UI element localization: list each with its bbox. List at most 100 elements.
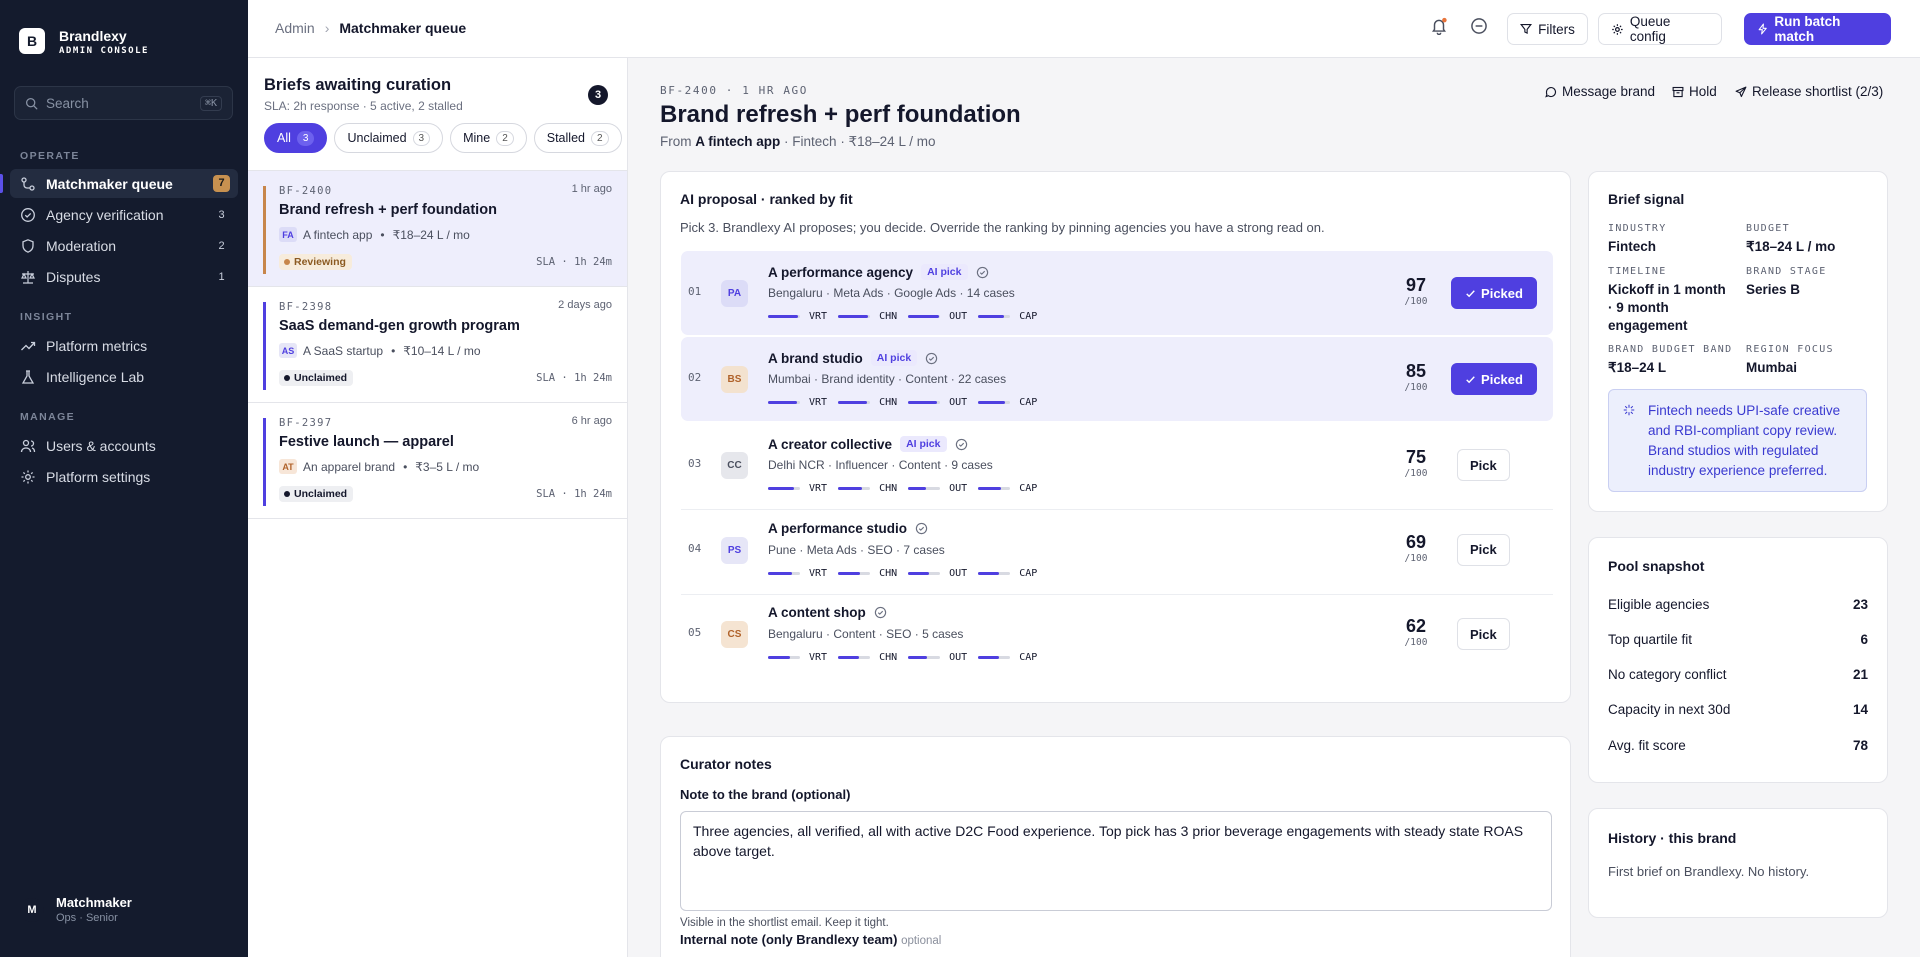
- client-initials: AT: [279, 459, 297, 474]
- fit-bar-track: [768, 571, 800, 575]
- signal-field-value: ₹18–24 L / mo: [1746, 239, 1836, 254]
- top-bar: Admin › Matchmaker queue Filters Queue c…: [248, 0, 1920, 58]
- archive-icon: [1672, 86, 1684, 97]
- status-button[interactable]: [1470, 17, 1490, 37]
- fit-bars: VRT CHN OUT CAP: [768, 311, 1037, 322]
- picked-button[interactable]: Picked: [1451, 363, 1537, 395]
- ai-proposal-subtitle: Pick 3. Brandlexy AI proposes; you decid…: [680, 220, 1325, 235]
- fit-bar-label: CAP: [1019, 311, 1038, 322]
- agency-name: A creator collective: [768, 436, 893, 452]
- agency-avatar: PS: [721, 536, 748, 564]
- status-label: Unclaimed: [294, 488, 348, 500]
- brand-note-textarea[interactable]: Three agencies, all verified, all with a…: [680, 811, 1552, 911]
- sidebar-item-agency-verification[interactable]: Agency verification 3: [10, 200, 238, 229]
- agency-details: Bengaluru · Content · SEO · 5 cases: [768, 627, 964, 641]
- sidebar-item-users-accounts[interactable]: Users & accounts: [10, 431, 238, 460]
- agency-avatar: CC: [721, 452, 748, 479]
- sidebar-item-disputes[interactable]: Disputes 1: [10, 262, 238, 291]
- agency-row[interactable]: 05 CS A content shop Bengaluru · Content · …: [681, 592, 1553, 676]
- message-brand-button[interactable]: Message brand: [1545, 84, 1655, 99]
- agency-name-line: A performance studio: [768, 521, 928, 536]
- status-dot: [284, 259, 290, 265]
- fit-bar-fill: [908, 571, 929, 575]
- fit-bar: OUT: [908, 397, 967, 408]
- sidebar-item-intelligence-lab[interactable]: Intelligence Lab: [10, 362, 238, 391]
- fit-score: 69/100: [1391, 532, 1441, 564]
- queue-config-button[interactable]: Queue config: [1598, 13, 1722, 45]
- release-shortlist-button[interactable]: Release shortlist (2/3): [1735, 84, 1883, 99]
- sidebar-item-moderation[interactable]: Moderation 2: [10, 231, 238, 260]
- briefs-count-badge: 3: [588, 85, 608, 105]
- brief-title: SaaS demand-gen growth program: [279, 318, 520, 334]
- sidebar-item-platform-metrics[interactable]: Platform metrics: [10, 331, 238, 360]
- page-title: Brand refresh + perf foundation: [660, 101, 1021, 128]
- sidebar-item-matchmaker-queue[interactable]: Matchmaker queue 7: [0, 169, 238, 198]
- breadcrumb-root[interactable]: Admin: [275, 20, 315, 36]
- fit-bar-fill: [978, 656, 999, 659]
- agency-row[interactable]: 01 PA A performance agency AI pick Bengaluru…: [681, 251, 1553, 335]
- fit-bar-track: [908, 315, 941, 318]
- pick-button[interactable]: Pick: [1457, 618, 1510, 650]
- hold-label: Hold: [1689, 84, 1717, 99]
- hold-button[interactable]: Hold: [1672, 84, 1717, 99]
- sidebar-item-platform-settings[interactable]: Platform settings: [10, 462, 238, 491]
- pick-label: Pick: [1470, 626, 1497, 642]
- signal-field-key: BRAND STAGE: [1746, 266, 1827, 277]
- agency-details: Pune · Meta Ads · SEO · 7 cases: [768, 542, 945, 557]
- agency-avatar: PA: [721, 280, 748, 307]
- briefs-panel: Briefs awaiting curation SLA: 2h respons…: [248, 58, 628, 957]
- fit-score: 85/100: [1391, 361, 1441, 393]
- filter-chip-mine[interactable]: Mine 2: [450, 123, 527, 153]
- sidebar-item-label: Platform metrics: [46, 337, 148, 354]
- filters-button[interactable]: Filters: [1507, 13, 1588, 45]
- brief-id: BF-2397: [279, 417, 333, 429]
- brand[interactable]: B Brandlexy ADMIN CONSOLE: [0, 0, 248, 82]
- fit-bar: CHN: [838, 483, 897, 494]
- picked-button[interactable]: Picked: [1451, 277, 1537, 309]
- agency-name: A performance studio: [768, 520, 908, 536]
- filter-chip-all[interactable]: All 3: [264, 123, 328, 153]
- chip-label: Mine: [463, 131, 491, 145]
- current-user[interactable]: M Matchmaker Ops · Senior: [20, 895, 132, 924]
- brief-meta: AS A SaaS startup • ₹10–14 L / mo: [279, 343, 481, 358]
- agency-name: A content shop: [768, 605, 866, 620]
- fit-score: 97/100: [1391, 275, 1441, 307]
- breadcrumb: Admin › Matchmaker queue: [275, 20, 466, 36]
- fit-score-denominator: /100: [1404, 637, 1428, 648]
- run-batch-match-button[interactable]: Run batch match: [1744, 13, 1891, 45]
- fit-bar: CAP: [978, 568, 1037, 579]
- filter-chip-unclaimed[interactable]: Unclaimed 3: [334, 123, 444, 153]
- status-dot: [284, 491, 290, 497]
- search-icon: [25, 97, 38, 109]
- signal-field-key: BUDGET: [1746, 223, 1790, 234]
- pick-button[interactable]: Pick: [1457, 533, 1510, 566]
- search-input[interactable]: Search ⌘K: [14, 86, 233, 120]
- agency-row[interactable]: 04 PS A performance studio Pune · Meta Ads …: [681, 508, 1553, 592]
- fit-bar: OUT: [908, 652, 967, 663]
- fit-score-value: 62: [1405, 616, 1427, 636]
- verified-icon: [925, 352, 938, 364]
- filter-chip-stalled[interactable]: Stalled 2: [533, 123, 622, 153]
- signal-field-budget-band: BRAND BUDGET BAND ₹18–24 L: [1608, 344, 1732, 377]
- brief-detail-id: BF-2400 · 1 HR AGO: [660, 84, 809, 97]
- brief-list-item[interactable]: BF-2398 2 days ago SaaS demand-gen growt…: [248, 287, 627, 403]
- agency-row[interactable]: 03 CC A creator collective AI pick Delhi NCR…: [681, 423, 1553, 507]
- fit-bar-fill: [768, 487, 794, 490]
- agency-name-line: A brand studio AI pick: [768, 350, 938, 366]
- brief-list-item[interactable]: BF-2397 6 hr ago Festive launch — appare…: [248, 403, 627, 519]
- fit-bar-label: VRT: [809, 483, 828, 494]
- fit-bar-track: [838, 487, 871, 490]
- agency-details: Delhi NCR · Influencer · Content · 9 cas…: [768, 458, 993, 472]
- agency-row[interactable]: 02 BS A brand studio AI pick Mumbai · Brand …: [681, 337, 1553, 421]
- fit-bar-track: [768, 487, 800, 490]
- notification-button[interactable]: [1430, 17, 1450, 37]
- brief-list-item[interactable]: BF-2400 1 hr ago Brand refresh + perf fo…: [248, 171, 627, 287]
- flask-icon: [21, 369, 35, 384]
- sidebar: B Brandlexy ADMIN CONSOLE Search ⌘K OPER…: [0, 0, 248, 957]
- run-batch-match-label: Run batch match: [1774, 14, 1841, 44]
- pick-button[interactable]: Pick: [1457, 449, 1510, 481]
- verified-icon: [976, 266, 988, 278]
- signal-field-brand-stage: BRAND STAGE Series B: [1746, 266, 1827, 299]
- fit-bar-label: VRT: [809, 397, 828, 408]
- fit-bar-fill: [768, 315, 799, 318]
